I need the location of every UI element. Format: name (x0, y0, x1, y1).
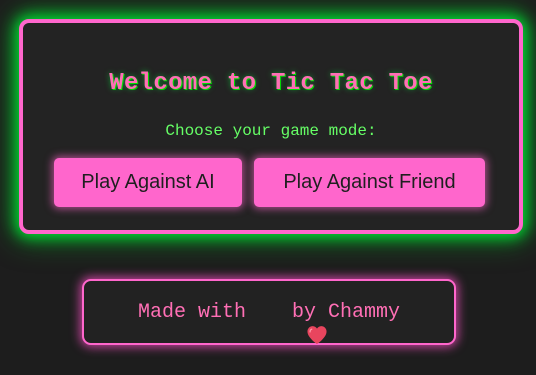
game-mode-prompt: Choose your game mode: (165, 122, 377, 140)
heart-icon (258, 302, 327, 345)
play-against-friend-button[interactable]: Play Against Friend (254, 158, 485, 207)
credit-footer: Made with by Chammy (82, 279, 456, 345)
game-mode-panel: Welcome to Tic Tac Toe Choose your game … (19, 19, 523, 234)
welcome-title: Welcome to Tic Tac Toe (109, 70, 433, 97)
play-against-ai-button[interactable]: Play Against AI (54, 158, 242, 207)
credit-suffix: by Chammy (292, 300, 401, 324)
credit-prefix: Made with (137, 300, 246, 324)
